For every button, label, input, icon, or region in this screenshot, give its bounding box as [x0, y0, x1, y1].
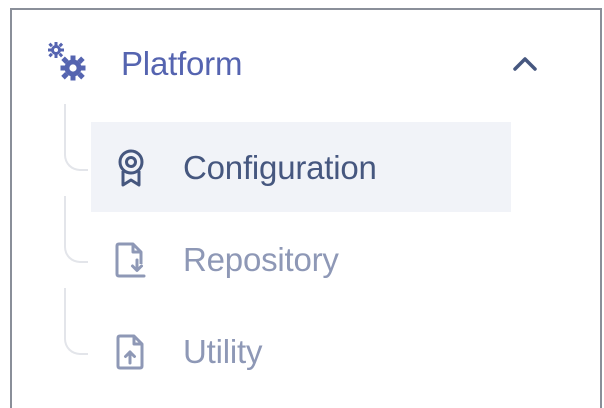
nav-item-label: Repository	[183, 241, 339, 278]
nav-item-configuration[interactable]: Configuration	[91, 122, 511, 212]
nav-item-label: Configuration	[183, 149, 377, 186]
file-download-icon	[115, 242, 146, 278]
nav-item-repository[interactable]: Repository	[91, 214, 511, 304]
platform-section-header[interactable]: Platform	[40, 36, 560, 96]
platform-section-label: Platform	[121, 45, 243, 82]
award-badge-icon	[118, 149, 144, 187]
tree-connector	[64, 196, 88, 263]
nav-item-utility[interactable]: Utility	[91, 306, 511, 396]
tree-connector	[64, 288, 88, 355]
tree-connector	[64, 104, 88, 171]
gears-icon	[48, 42, 86, 81]
file-upload-icon	[116, 334, 144, 370]
nav-item-label: Utility	[183, 333, 263, 370]
chevron-up-icon[interactable]	[510, 52, 540, 76]
